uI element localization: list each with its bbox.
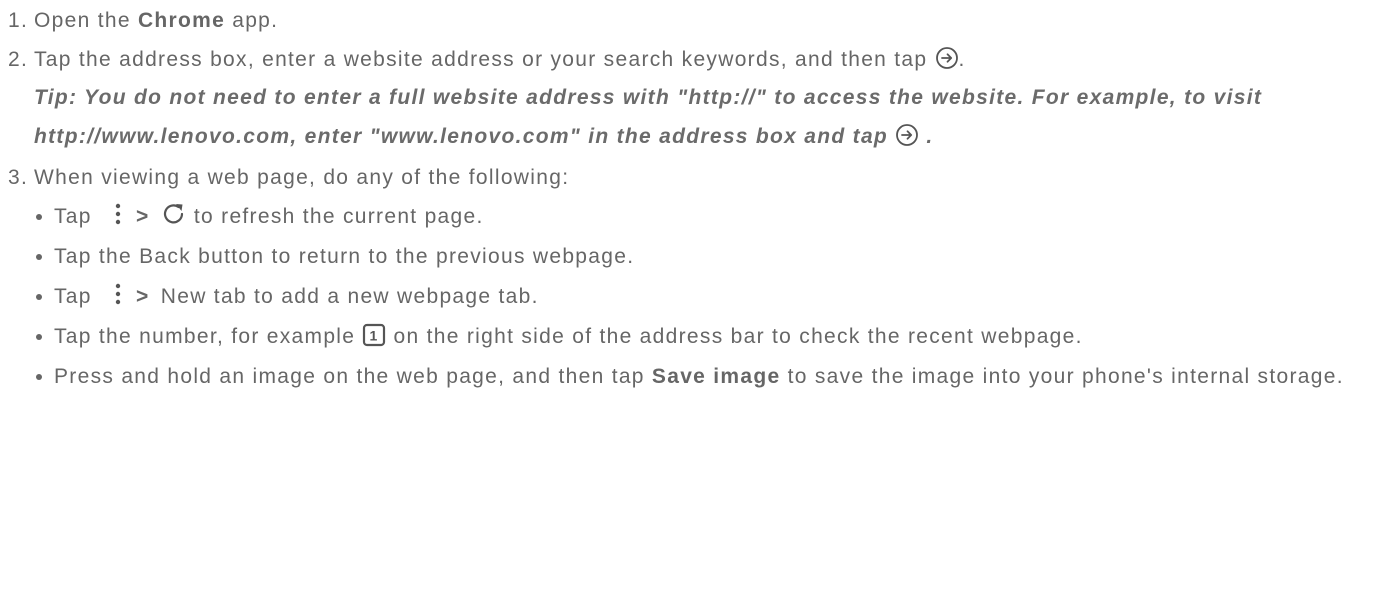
list-item-back: Tap the Back button to return to the pre… (32, 240, 1394, 273)
step-text: Tap the address box, enter a website add… (34, 48, 928, 71)
step-1: 1. Open the Chrome app. (8, 4, 1394, 38)
item-text: Tap (54, 285, 92, 308)
app-name: Chrome (137, 9, 226, 32)
go-arrow-icon (895, 123, 919, 147)
action-name: Save image (651, 365, 781, 388)
separator: > (136, 285, 150, 308)
item-text: to save the image into your phone's inte… (780, 365, 1344, 388)
tab-count-number: 1 (370, 328, 379, 344)
step-2: 2. Tap the address box, enter a website … (8, 43, 1394, 156)
tab-count-icon: 1 (362, 323, 386, 347)
list-item-new-tab: Tap > New tab to add a new webpage tab. (32, 280, 1394, 313)
refresh-icon (161, 201, 187, 227)
bullet (36, 334, 42, 340)
tip-text: Tip: You do not need to enter a full web… (34, 78, 1394, 156)
step-text: When viewing a web page, do any of the f… (34, 166, 570, 189)
step-number: 3. (8, 166, 29, 189)
bullet (36, 374, 42, 380)
item-text: Press and hold an image on the web page,… (54, 365, 652, 388)
step-text: Open the (34, 9, 138, 32)
item-text: Tap (54, 205, 92, 228)
bullet (36, 254, 42, 260)
list-item-tabs: Tap the number, for example 1 on the rig… (32, 320, 1394, 353)
options-list: Tap > to refresh the current page. Tap t… (8, 200, 1394, 393)
item-text: to refresh the current page. (193, 205, 484, 228)
step-number: 2. (8, 48, 29, 71)
list-item-save-image: Press and hold an image on the web page,… (32, 360, 1394, 393)
separator: > (136, 205, 150, 228)
more-vert-icon (111, 201, 125, 227)
bullet (36, 214, 42, 220)
list-item-refresh: Tap > to refresh the current page. (32, 200, 1394, 233)
go-arrow-icon (935, 46, 959, 70)
item-text: on the right side of the address bar to … (393, 325, 1083, 348)
item-text: New tab to add a new webpage tab. (160, 285, 539, 308)
tip-end: . (919, 125, 934, 148)
step-number: 1. (8, 9, 29, 32)
item-text: Tap the Back button to return to the pre… (54, 245, 635, 268)
step-3: 3. When viewing a web page, do any of th… (8, 161, 1394, 195)
bullet (36, 294, 42, 300)
step-text: app. (225, 9, 279, 32)
more-vert-icon (111, 281, 125, 307)
item-text: Tap the number, for example (54, 325, 356, 348)
step-text: . (958, 48, 966, 71)
instructions: 1. Open the Chrome app. 2. Tap the addre… (0, 0, 1394, 393)
tip-body: Tip: You do not need to enter a full web… (34, 86, 1263, 148)
